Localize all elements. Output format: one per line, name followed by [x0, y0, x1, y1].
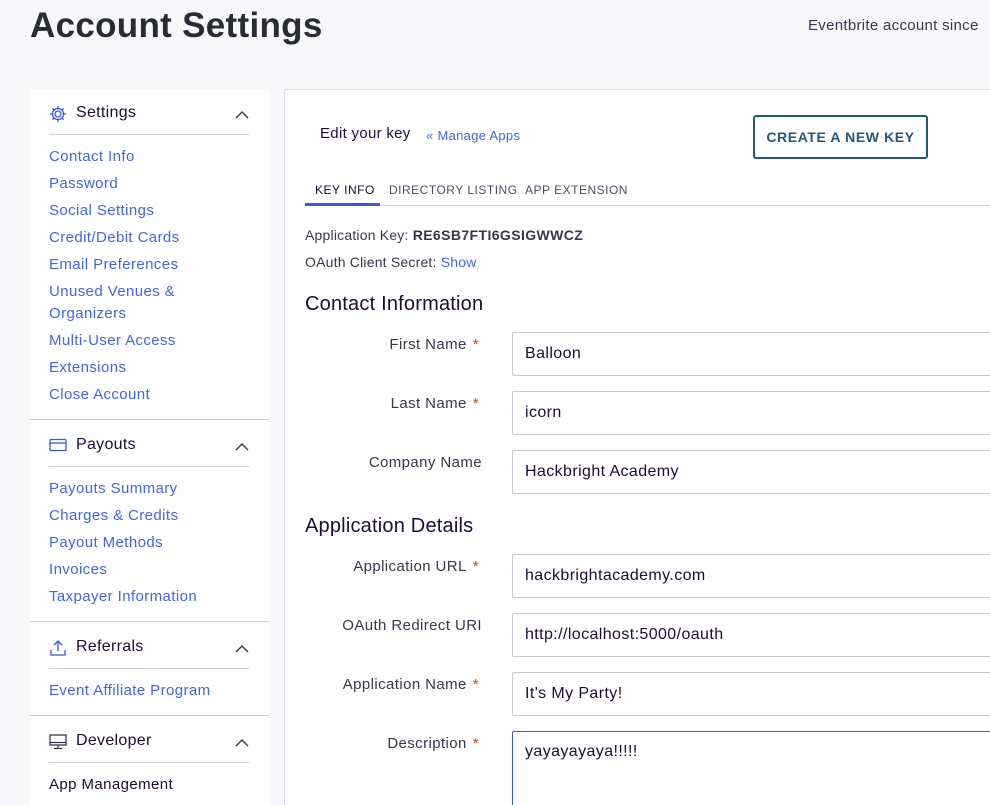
required-marker: *	[472, 336, 479, 353]
application-url-input[interactable]	[512, 554, 990, 598]
sidebar-item-email-preferences[interactable]: Email Preferences	[49, 254, 249, 276]
account-since-text: Eventbrite account since	[808, 17, 979, 34]
application-details-heading: Application Details	[305, 515, 474, 537]
sidebar-item-invoices[interactable]: Invoices	[49, 559, 249, 581]
sidebar-item-payouts-summary[interactable]: Payouts Summary	[49, 478, 249, 500]
gear-icon	[49, 105, 67, 123]
sidebar-section-developer[interactable]: Developer	[49, 717, 249, 763]
chevron-up-icon	[235, 735, 249, 747]
sidebar-item-app-management[interactable]: App Management	[49, 774, 249, 796]
company-name-input[interactable]	[512, 450, 990, 494]
oauth-redirect-uri-input[interactable]	[512, 613, 990, 657]
sidebar-item-multi-user-access[interactable]: Multi-User Access	[49, 330, 249, 352]
application-url-label: Application URL *	[299, 558, 479, 575]
active-tab-indicator	[305, 203, 380, 206]
sidebar-item-taxpayer-information[interactable]: Taxpayer Information	[49, 586, 249, 608]
label-text: Last Name	[390, 395, 467, 412]
sidebar-item-extensions[interactable]: Extensions	[49, 357, 249, 379]
sidebar: Settings Contact Info Password Social Se…	[30, 89, 269, 805]
sidebar-item-social-settings[interactable]: Social Settings	[49, 200, 249, 222]
last-name-label: Last Name *	[299, 395, 479, 412]
application-key-row: Application Key: RE6SB7FTI6GSIGWWCZ	[305, 227, 583, 243]
card-icon	[49, 437, 67, 453]
sidebar-item-contact-info[interactable]: Contact Info	[49, 146, 249, 168]
description-textarea[interactable]: yayayayaya!!!!!	[512, 731, 990, 805]
sidebar-divider	[30, 419, 269, 420]
chevron-up-icon	[235, 641, 249, 653]
label-text: Application URL	[353, 558, 467, 575]
first-name-input[interactable]	[512, 332, 990, 376]
sidebar-item-unused-venues[interactable]: Unused Venues & Organizers	[49, 281, 199, 325]
oauth-secret-row: OAuth Client Secret: Show	[305, 254, 477, 270]
tab-bar: KEY INFO DIRECTORY LISTING APP EXTENSION	[305, 172, 990, 206]
sidebar-section-label: Referrals	[76, 638, 144, 655]
application-name-input[interactable]	[512, 672, 990, 716]
label-text: First Name	[389, 336, 467, 353]
application-key-label: Application Key:	[305, 227, 409, 243]
sidebar-divider	[30, 715, 269, 716]
label-text: Description	[387, 735, 467, 752]
sidebar-item-charges-credits[interactable]: Charges & Credits	[49, 505, 249, 527]
monitor-icon	[49, 733, 67, 750]
required-marker: *	[472, 558, 479, 575]
sidebar-item-event-affiliate-program[interactable]: Event Affiliate Program	[49, 680, 249, 702]
oauth-secret-label: OAuth Client Secret:	[305, 254, 437, 270]
create-new-key-button[interactable]: CREATE A NEW KEY	[753, 115, 928, 159]
sidebar-section-label: Developer	[76, 732, 152, 749]
required-marker: *	[472, 676, 479, 693]
sidebar-item-payout-methods[interactable]: Payout Methods	[49, 532, 249, 554]
tab-app-extension[interactable]: APP EXTENSION	[525, 183, 628, 197]
contact-information-heading: Contact Information	[305, 293, 484, 315]
page-title: Account Settings	[30, 6, 323, 45]
application-name-label: Application Name *	[299, 676, 479, 693]
share-icon	[49, 639, 67, 656]
manage-apps-link[interactable]: « Manage Apps	[426, 128, 520, 143]
show-secret-link[interactable]: Show	[441, 254, 477, 270]
first-name-label: First Name *	[299, 336, 479, 353]
sidebar-section-payouts[interactable]: Payouts	[49, 421, 249, 467]
tab-key-info[interactable]: KEY INFO	[315, 183, 375, 197]
sidebar-item-close-account[interactable]: Close Account	[49, 384, 249, 406]
chevron-up-icon	[235, 439, 249, 451]
oauth-redirect-uri-label: OAuth Redirect URI	[342, 617, 482, 634]
sidebar-divider	[30, 621, 269, 622]
sidebar-item-credit-debit-cards[interactable]: Credit/Debit Cards	[49, 227, 249, 249]
sidebar-item-password[interactable]: Password	[49, 173, 249, 195]
application-key-value: RE6SB7FTI6GSIGWWCZ	[412, 227, 584, 243]
sidebar-section-label: Settings	[76, 104, 137, 121]
edit-key-heading: Edit your key	[320, 125, 411, 142]
required-marker: *	[472, 395, 479, 412]
label-text: Application Name	[342, 676, 467, 693]
sidebar-section-referrals[interactable]: Referrals	[49, 623, 249, 669]
description-label: Description *	[299, 735, 479, 752]
company-name-label: Company Name	[368, 454, 482, 471]
sidebar-section-label: Payouts	[76, 436, 136, 453]
sidebar-section-settings[interactable]: Settings	[49, 89, 249, 135]
chevron-up-icon	[235, 107, 249, 119]
last-name-input[interactable]	[512, 391, 990, 435]
key-edit-panel: Edit your key « Manage Apps CREATE A NEW…	[284, 89, 990, 805]
tab-directory-listing[interactable]: DIRECTORY LISTING	[389, 183, 518, 197]
required-marker: *	[472, 735, 479, 752]
